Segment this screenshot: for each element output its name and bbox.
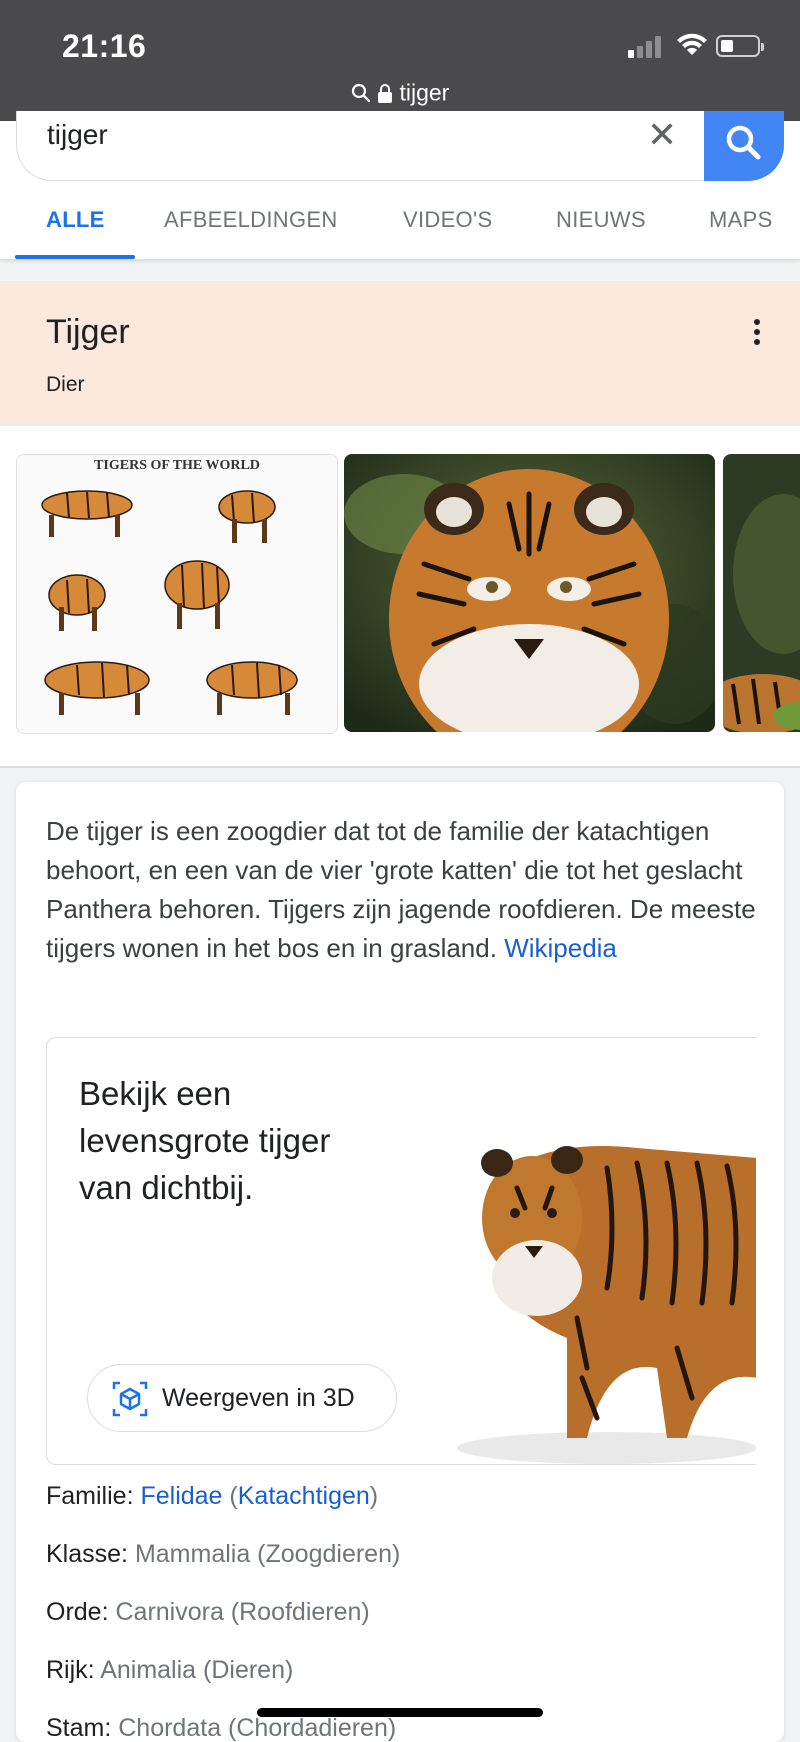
image-carousel[interactable]: TIGERS OF THE WORLD bbox=[0, 426, 800, 768]
search-tabs: ALLE AFBEELDINGEN VIDEO'S NIEUWS MAPS bbox=[0, 207, 800, 259]
image-caption: TIGERS OF THE WORLD bbox=[94, 458, 260, 473]
fact-rijk: Rijk: Animalia (Dieren) bbox=[46, 1656, 293, 1685]
entity-description: De tijger is een zoogdier dat tot de fam… bbox=[46, 812, 756, 968]
fact-label: Stam: bbox=[46, 1714, 112, 1742]
fact-orde: Orde: Carnivora (Roofdieren) bbox=[46, 1598, 370, 1627]
fact-label: Rijk: bbox=[46, 1656, 95, 1684]
home-indicator[interactable] bbox=[257, 1708, 543, 1717]
fact-value: Mammalia (Zoogdieren) bbox=[134, 1540, 401, 1568]
search-icon bbox=[726, 125, 761, 160]
fact-value: Animalia (Dieren) bbox=[100, 1656, 294, 1684]
fact-label: Orde: bbox=[46, 1598, 109, 1626]
fact-familie: Familie: Felidae (Katachtigen) bbox=[46, 1482, 378, 1511]
fact-link-felidae[interactable]: Felidae bbox=[140, 1482, 222, 1510]
knowledge-panel-card: De tijger is een zoogdier dat tot de fam… bbox=[16, 782, 784, 1742]
address-bar[interactable]: tijger bbox=[0, 78, 800, 106]
fact-stam: Stam: Chordata (Chordadieren) bbox=[46, 1714, 396, 1742]
paren: ) bbox=[369, 1482, 379, 1510]
fact-link-katachtigen[interactable]: Katachtigen bbox=[238, 1482, 370, 1510]
search-icon bbox=[351, 83, 370, 103]
fact-label: Familie: bbox=[46, 1482, 134, 1510]
wifi-icon bbox=[677, 33, 707, 55]
wikipedia-link[interactable]: Wikipedia bbox=[504, 933, 617, 963]
image-tigers-of-the-world[interactable]: TIGERS OF THE WORLD bbox=[16, 454, 338, 734]
clock: 21:16 bbox=[62, 28, 147, 64]
search-query[interactable]: tijger bbox=[47, 119, 108, 151]
fact-value: Chordata (Chordadieren) bbox=[118, 1714, 397, 1742]
search-header: tijger ✕ ALLE AFBEELDINGEN VIDEO'S NIEUW… bbox=[0, 111, 800, 259]
status-bar: 21:16 tijger bbox=[0, 0, 800, 121]
tab-alle[interactable]: ALLE bbox=[46, 207, 105, 233]
3d-cube-icon bbox=[112, 1381, 148, 1417]
search-input[interactable]: tijger ✕ bbox=[16, 111, 784, 181]
url-text: tijger bbox=[399, 79, 450, 106]
tiger-3d-image bbox=[457, 1146, 756, 1464]
view-in-3d-button[interactable]: Weergeven in 3D bbox=[87, 1364, 397, 1432]
ar-view-card[interactable]: Bekijk een levensgrote tijger van dichtb… bbox=[46, 1037, 756, 1465]
tab-nieuws[interactable]: NIEUWS bbox=[556, 207, 646, 233]
clear-icon[interactable]: ✕ bbox=[647, 115, 677, 155]
knowledge-panel-header: Tijger Dier bbox=[0, 281, 800, 428]
ar-heading: Bekijk een levensgrote tijger van dichtb… bbox=[79, 1075, 331, 1206]
fact-label: Klasse: bbox=[46, 1540, 128, 1568]
cellular-signal-icon bbox=[628, 36, 661, 58]
active-tab-indicator bbox=[15, 255, 135, 259]
entity-title: Tijger bbox=[46, 313, 130, 351]
description-text: De tijger is een zoogdier dat tot de fam… bbox=[46, 816, 756, 963]
fact-klasse: Klasse: Mammalia (Zoogdieren) bbox=[46, 1540, 400, 1569]
tab-maps[interactable]: MAPS bbox=[709, 207, 773, 233]
tab-afbeeldingen[interactable]: AFBEELDINGEN bbox=[164, 207, 338, 233]
fact-value: Carnivora (Roofdieren) bbox=[115, 1598, 370, 1626]
battery-icon bbox=[716, 35, 764, 57]
search-button[interactable] bbox=[704, 111, 784, 181]
image-tiger-portrait[interactable] bbox=[344, 454, 715, 732]
entity-subtitle: Dier bbox=[46, 373, 85, 396]
paren: ( bbox=[222, 1482, 238, 1510]
tab-videos[interactable]: VIDEO'S bbox=[403, 207, 492, 233]
view-in-3d-label: Weergeven in 3D bbox=[162, 1384, 355, 1412]
image-tiger-forest[interactable] bbox=[723, 454, 800, 732]
lock-icon bbox=[378, 83, 393, 103]
more-options-icon[interactable] bbox=[750, 317, 764, 347]
